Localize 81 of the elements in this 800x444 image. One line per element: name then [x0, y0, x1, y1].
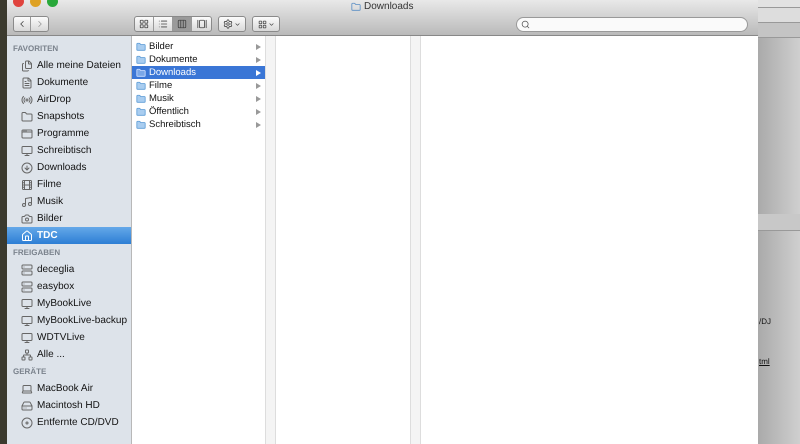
- sidebar-item[interactable]: Schreibtisch: [7, 142, 131, 159]
- house-icon: [21, 230, 33, 242]
- folder-icon: [136, 120, 146, 130]
- sidebar-item[interactable]: Programme: [7, 125, 131, 142]
- sidebar-item[interactable]: Alle ...: [7, 346, 131, 363]
- download-icon: [21, 162, 33, 174]
- background-panel: [758, 214, 800, 231]
- sidebar-item[interactable]: deceglia: [7, 261, 131, 278]
- sidebar-item[interactable]: AirDrop: [7, 91, 131, 108]
- files-icon: [21, 60, 33, 72]
- disclosure-triangle-icon: [256, 70, 261, 76]
- folder-icon: [351, 2, 361, 12]
- caret-icon: [234, 20, 241, 28]
- sidebar-item[interactable]: MyBookLive: [7, 295, 131, 312]
- monitor-icon: [21, 144, 33, 156]
- folder-item[interactable]: Downloads: [132, 66, 265, 79]
- monitor-icon: [21, 298, 33, 310]
- folder-icon: [136, 94, 146, 104]
- sidebar-heading: FAVORITEN: [12, 43, 60, 55]
- folder-icon: [21, 110, 33, 122]
- disclosure-triangle-icon: [256, 82, 261, 88]
- sidebar-item[interactable]: WDTVLive: [7, 329, 131, 346]
- camera-icon: [21, 212, 33, 224]
- film-icon: [21, 178, 33, 190]
- app-window-icon: [21, 128, 33, 140]
- window-title: Downloads: [364, 1, 414, 13]
- disclosure-triangle-icon: [256, 108, 261, 114]
- folder-item[interactable]: Bilder: [132, 40, 265, 53]
- disclosure-triangle-icon: [256, 96, 261, 102]
- sidebar-item[interactable]: Musik: [7, 193, 131, 210]
- link[interactable]: tml: [758, 357, 770, 366]
- disclosure-triangle-icon: [256, 122, 261, 128]
- folder-icon: [136, 42, 146, 52]
- folder-icon: [136, 68, 146, 78]
- folder-item[interactable]: Dokumente: [132, 53, 265, 66]
- folder-item[interactable]: Schreibtisch: [132, 118, 265, 131]
- sidebar-item[interactable]: Downloads: [7, 159, 131, 176]
- server-icon: [21, 280, 33, 292]
- caret-icon: [268, 20, 274, 28]
- background-panel: [758, 23, 800, 38]
- sidebar-item[interactable]: Alle meine Dateien: [7, 57, 131, 74]
- arrange-menu-button[interactable]: [252, 16, 280, 32]
- text-fragment: /DJ: [758, 317, 771, 326]
- laptop-icon: [21, 382, 33, 394]
- gallery-icon: [196, 19, 206, 29]
- sidebar-item[interactable]: easybox: [7, 278, 131, 295]
- sidebar-item[interactable]: Macintosh HD: [7, 397, 131, 414]
- server-icon: [21, 264, 33, 276]
- grid-icon: [139, 19, 149, 29]
- sidebar-heading: GERÄTE: [12, 366, 48, 378]
- sidebar-heading: FREIGABEN: [12, 247, 62, 259]
- disclosure-triangle-icon: [256, 56, 261, 62]
- monitor-icon: [21, 314, 33, 326]
- folder-icon: [136, 54, 146, 64]
- sidebar-item[interactable]: Filme: [7, 176, 131, 193]
- sidebar-item[interactable]: Snapshots: [7, 108, 131, 125]
- action-menu-button[interactable]: [218, 16, 246, 32]
- hard-drive-icon: [21, 400, 33, 412]
- sidebar-item[interactable]: MacBook Air: [7, 380, 131, 397]
- folder-icon: [136, 80, 146, 90]
- sidebar-item[interactable]: MyBookLive-backup: [7, 312, 131, 329]
- folder-item[interactable]: Filme: [132, 79, 265, 92]
- sidebar-item[interactable]: Dokumente: [7, 74, 131, 91]
- disclosure-triangle-icon: [256, 44, 261, 50]
- disc-icon: [21, 416, 33, 428]
- search-icon: [521, 20, 530, 28]
- document-icon: [21, 76, 33, 88]
- grid-icon: [258, 20, 266, 28]
- folder-item[interactable]: Musik: [132, 92, 265, 105]
- antenna-icon: [21, 94, 33, 106]
- settings-icon: [223, 19, 233, 29]
- sidebar-item[interactable]: Entfernte CD/DVD: [7, 414, 131, 431]
- folder-icon: [136, 106, 146, 116]
- sidebar-item[interactable]: Bilder: [7, 210, 131, 227]
- network-icon: [21, 348, 33, 360]
- search-field[interactable]: [516, 16, 748, 32]
- list-icon: [158, 19, 168, 29]
- music-note-icon: [21, 196, 33, 208]
- folder-item[interactable]: Öffentlich: [132, 105, 265, 118]
- monitor-icon: [21, 332, 33, 344]
- columns-icon: [177, 19, 187, 29]
